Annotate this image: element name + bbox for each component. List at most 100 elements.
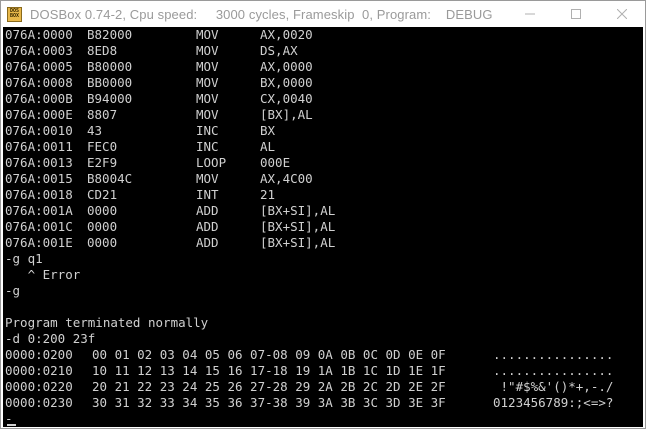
dump-ascii: !"#$%&'()*+,-./ [493, 379, 614, 394]
terminal-screen[interactable]: 076A:0000 B82000 MOV AX,0020 076A:0003 8… [3, 27, 643, 427]
dump-address: 0000:0220 [5, 379, 73, 394]
disasm-operands: BX [260, 123, 276, 138]
disasm-line: 076A:0010 43 INC BX [5, 123, 275, 139]
disasm-line: 076A:0008 BB0000 MOV BX,0000 [5, 75, 313, 91]
disasm-line: 076A:0015 B8004C MOV AX,4C00 [5, 171, 313, 187]
disasm-opcode: INC [196, 139, 219, 154]
disasm-opcode: ADD [196, 235, 219, 250]
maximize-button[interactable] [553, 1, 599, 27]
disasm-address: 076A:0000 [5, 27, 73, 42]
disasm-line: 076A:000E 8807 MOV [BX],AL [5, 107, 313, 123]
disasm-opcode: MOV [196, 59, 219, 74]
disasm-line: 076A:0011 FEC0 INC AL [5, 139, 275, 155]
disasm-bytes: B80000 [87, 59, 133, 74]
disasm-bytes: 0000 [87, 219, 118, 234]
icon-text-bottom: BOX [9, 13, 20, 19]
disasm-line: 076A:0003 8ED8 MOV DS,AX [5, 43, 298, 59]
dump-hex: 10 11 12 13 14 15 16 17-18 19 1A 1B 1C 1… [92, 363, 446, 378]
disasm-address: 076A:0005 [5, 59, 73, 74]
dump-ascii: ................ [493, 363, 614, 378]
disasm-bytes: 43 [87, 123, 103, 138]
dump-line: 0000:0210 10 11 12 13 14 15 16 17-18 19 … [5, 363, 613, 379]
title-bar[interactable]: DOS BOX DOSBox 0.74-2, Cpu speed: 3000 c… [1, 1, 645, 27]
disasm-operands: DS,AX [260, 43, 298, 58]
disasm-operands: BX,0000 [260, 75, 313, 90]
window-controls [507, 1, 645, 27]
disasm-opcode: MOV [196, 43, 219, 58]
disasm-operands: [BX+SI],AL [260, 219, 336, 234]
disasm-opcode: MOV [196, 171, 219, 186]
disasm-address: 076A:0008 [5, 75, 73, 90]
console-command: -d 0:200 23f [5, 331, 96, 346]
dosbox-window: DOS BOX DOSBox 0.74-2, Cpu speed: 3000 c… [0, 0, 646, 429]
disasm-opcode: MOV [196, 75, 219, 90]
dump-line: 0000:0220 20 21 22 23 24 25 26 27-28 29 … [5, 379, 613, 395]
disasm-bytes: B8004C [87, 171, 133, 186]
window-title: DOSBox 0.74-2, Cpu speed: 3000 cycles, F… [30, 6, 493, 22]
disasm-opcode: LOOP [196, 155, 227, 170]
disasm-bytes: 8807 [87, 107, 118, 122]
minimize-button[interactable] [507, 1, 553, 27]
console-command: -g q1 [5, 251, 43, 266]
minimize-icon [525, 13, 535, 15]
disasm-line: 076A:000B B94000 MOV CX,0040 [5, 91, 313, 107]
disasm-bytes: 0000 [87, 203, 118, 218]
disasm-opcode: INC [196, 123, 219, 138]
dump-hex: 00 01 02 03 04 05 06 07-08 09 0A 0B 0C 0… [92, 347, 446, 362]
disasm-opcode: INT [196, 187, 219, 202]
dump-ascii: ................ [493, 347, 614, 362]
dump-address: 0000:0230 [5, 395, 73, 410]
disasm-operands: 21 [260, 187, 276, 202]
dump-address: 0000:0200 [5, 347, 73, 362]
disasm-bytes: E2F9 [87, 155, 118, 170]
disasm-address: 076A:0015 [5, 171, 73, 186]
disasm-bytes: 0000 [87, 235, 118, 250]
close-icon [617, 9, 627, 19]
disasm-address: 076A:0018 [5, 187, 73, 202]
disasm-operands: [BX+SI],AL [260, 203, 336, 218]
disasm-opcode: MOV [196, 91, 219, 106]
disasm-address: 076A:000B [5, 91, 73, 106]
disasm-address: 076A:0003 [5, 43, 73, 58]
disasm-bytes: B94000 [87, 91, 133, 106]
disasm-operands: AX,4C00 [260, 171, 313, 186]
disasm-operands: CX,0040 [260, 91, 313, 106]
disasm-line: 076A:0005 B80000 MOV AX,0000 [5, 59, 313, 75]
disasm-opcode: MOV [196, 107, 219, 122]
dump-ascii: 0123456789:;<=>? [493, 395, 614, 410]
disasm-bytes: BB0000 [87, 75, 133, 90]
dosbox-icon[interactable]: DOS BOX [7, 6, 22, 22]
dump-hex: 20 21 22 23 24 25 26 27-28 29 2A 2B 2C 2… [92, 379, 446, 394]
disasm-operands: [BX],AL [260, 107, 313, 122]
disasm-bytes: 8ED8 [87, 43, 118, 58]
disasm-operands: AL [260, 139, 276, 154]
disasm-operands: AX,0000 [260, 59, 313, 74]
disasm-line: 076A:001A 0000 ADD [BX+SI],AL [5, 203, 335, 219]
disasm-line: 076A:0000 B82000 MOV AX,0020 [5, 27, 313, 43]
disasm-address: 076A:001C [5, 219, 73, 234]
disasm-line: 076A:001C 0000 ADD [BX+SI],AL [5, 219, 335, 235]
disasm-bytes: FEC0 [87, 139, 118, 154]
maximize-icon [571, 9, 581, 19]
disasm-address: 076A:0011 [5, 139, 73, 154]
disasm-address: 076A:001A [5, 203, 73, 218]
dump-address: 0000:0210 [5, 363, 73, 378]
status-message: Program terminated normally [5, 315, 209, 330]
disasm-operands: [BX+SI],AL [260, 235, 336, 250]
disasm-line: 076A:001E 0000 ADD [BX+SI],AL [5, 235, 335, 251]
disasm-address: 076A:0013 [5, 155, 73, 170]
disasm-opcode: ADD [196, 203, 219, 218]
disasm-bytes: CD21 [87, 187, 118, 202]
disasm-address: 076A:001E [5, 235, 73, 250]
disasm-line: 076A:0013 E2F9 LOOP 000E [5, 155, 290, 171]
close-button[interactable] [599, 1, 645, 27]
console-command: -g [5, 283, 21, 298]
disasm-operands: 000E [260, 155, 291, 170]
disasm-opcode: ADD [196, 219, 219, 234]
dump-line: 0000:0230 30 31 32 33 34 35 36 37-38 39 … [5, 395, 613, 411]
disasm-address: 076A:000E [5, 107, 73, 122]
disasm-opcode: MOV [196, 27, 219, 42]
disasm-operands: AX,0020 [260, 27, 313, 42]
disasm-bytes: B82000 [87, 27, 133, 42]
dump-hex: 30 31 32 33 34 35 36 37-38 39 3A 3B 3C 3… [92, 395, 446, 410]
